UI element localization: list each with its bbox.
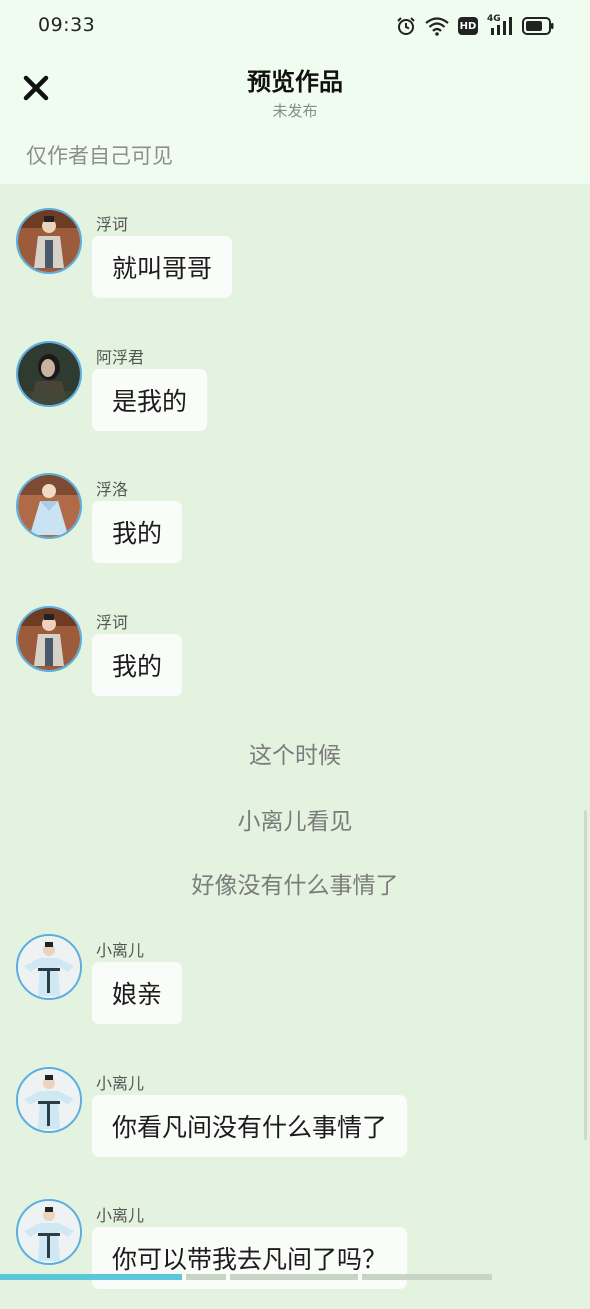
chat-message: 阿浮君 是我的 <box>16 341 576 451</box>
progress-segment <box>186 1274 226 1280</box>
scrollbar[interactable] <box>584 810 587 1140</box>
hd-icon: HD <box>458 17 478 35</box>
message-bubble: 就叫哥哥 <box>92 236 233 298</box>
message-bubble: 娘亲 <box>92 962 183 1024</box>
sender-name: 浮诃 <box>96 215 129 234</box>
page-subtitle: 未发布 <box>272 102 318 120</box>
progress-segment-active <box>0 1274 182 1280</box>
battery-icon <box>522 17 554 35</box>
message-bubble: 你看凡间没有什么事情了 <box>92 1095 408 1157</box>
chat-message: 浮诃 就叫哥哥 <box>16 208 576 318</box>
avatar[interactable] <box>16 341 82 407</box>
chat-message: 浮洛 我的 <box>16 473 576 583</box>
status-icons: HD 4G <box>396 14 554 38</box>
sender-name: 小离儿 <box>96 1206 145 1225</box>
chat-message: 小离儿 娘亲 <box>16 934 576 1044</box>
avatar[interactable] <box>16 208 82 274</box>
narration-text: 好像没有什么事情了 <box>191 873 399 899</box>
avatar[interactable] <box>16 1067 82 1133</box>
avatar[interactable] <box>16 1199 82 1265</box>
nav-bar: 预览作品 未发布 <box>0 52 590 130</box>
narration-text: 这个时候 <box>249 743 341 769</box>
status-bar: 09:33 HD 4G <box>0 0 590 52</box>
progress-segment <box>230 1274 358 1280</box>
signal-4g-icon: 4G <box>487 14 513 36</box>
avatar[interactable] <box>16 473 82 539</box>
alarm-icon <box>397 17 415 35</box>
wifi-icon <box>425 17 449 36</box>
sender-name: 小离儿 <box>96 1074 145 1093</box>
message-bubble: 我的 <box>92 501 183 563</box>
progress-segment <box>362 1274 492 1280</box>
chat-message: 小离儿 你可以带我去凡间了吗？ <box>16 1199 576 1309</box>
message-bubble: 是我的 <box>92 369 208 431</box>
sender-name: 小离儿 <box>96 941 145 960</box>
narration-text: 小离儿看见 <box>237 809 353 835</box>
avatar[interactable] <box>16 934 82 1000</box>
message-bubble: 我的 <box>92 634 183 696</box>
chat-message: 浮诃 我的 <box>16 606 576 716</box>
sender-name: 浮诃 <box>96 613 129 632</box>
sender-name: 阿浮君 <box>96 348 145 367</box>
visibility-note: 仅作者自己可见 <box>26 144 173 168</box>
page-title: 预览作品 <box>247 68 343 96</box>
sender-name: 浮洛 <box>96 480 129 499</box>
chat-message: 小离儿 你看凡间没有什么事情了 <box>16 1067 576 1177</box>
avatar[interactable] <box>16 606 82 672</box>
status-time: 09:33 <box>38 14 96 36</box>
